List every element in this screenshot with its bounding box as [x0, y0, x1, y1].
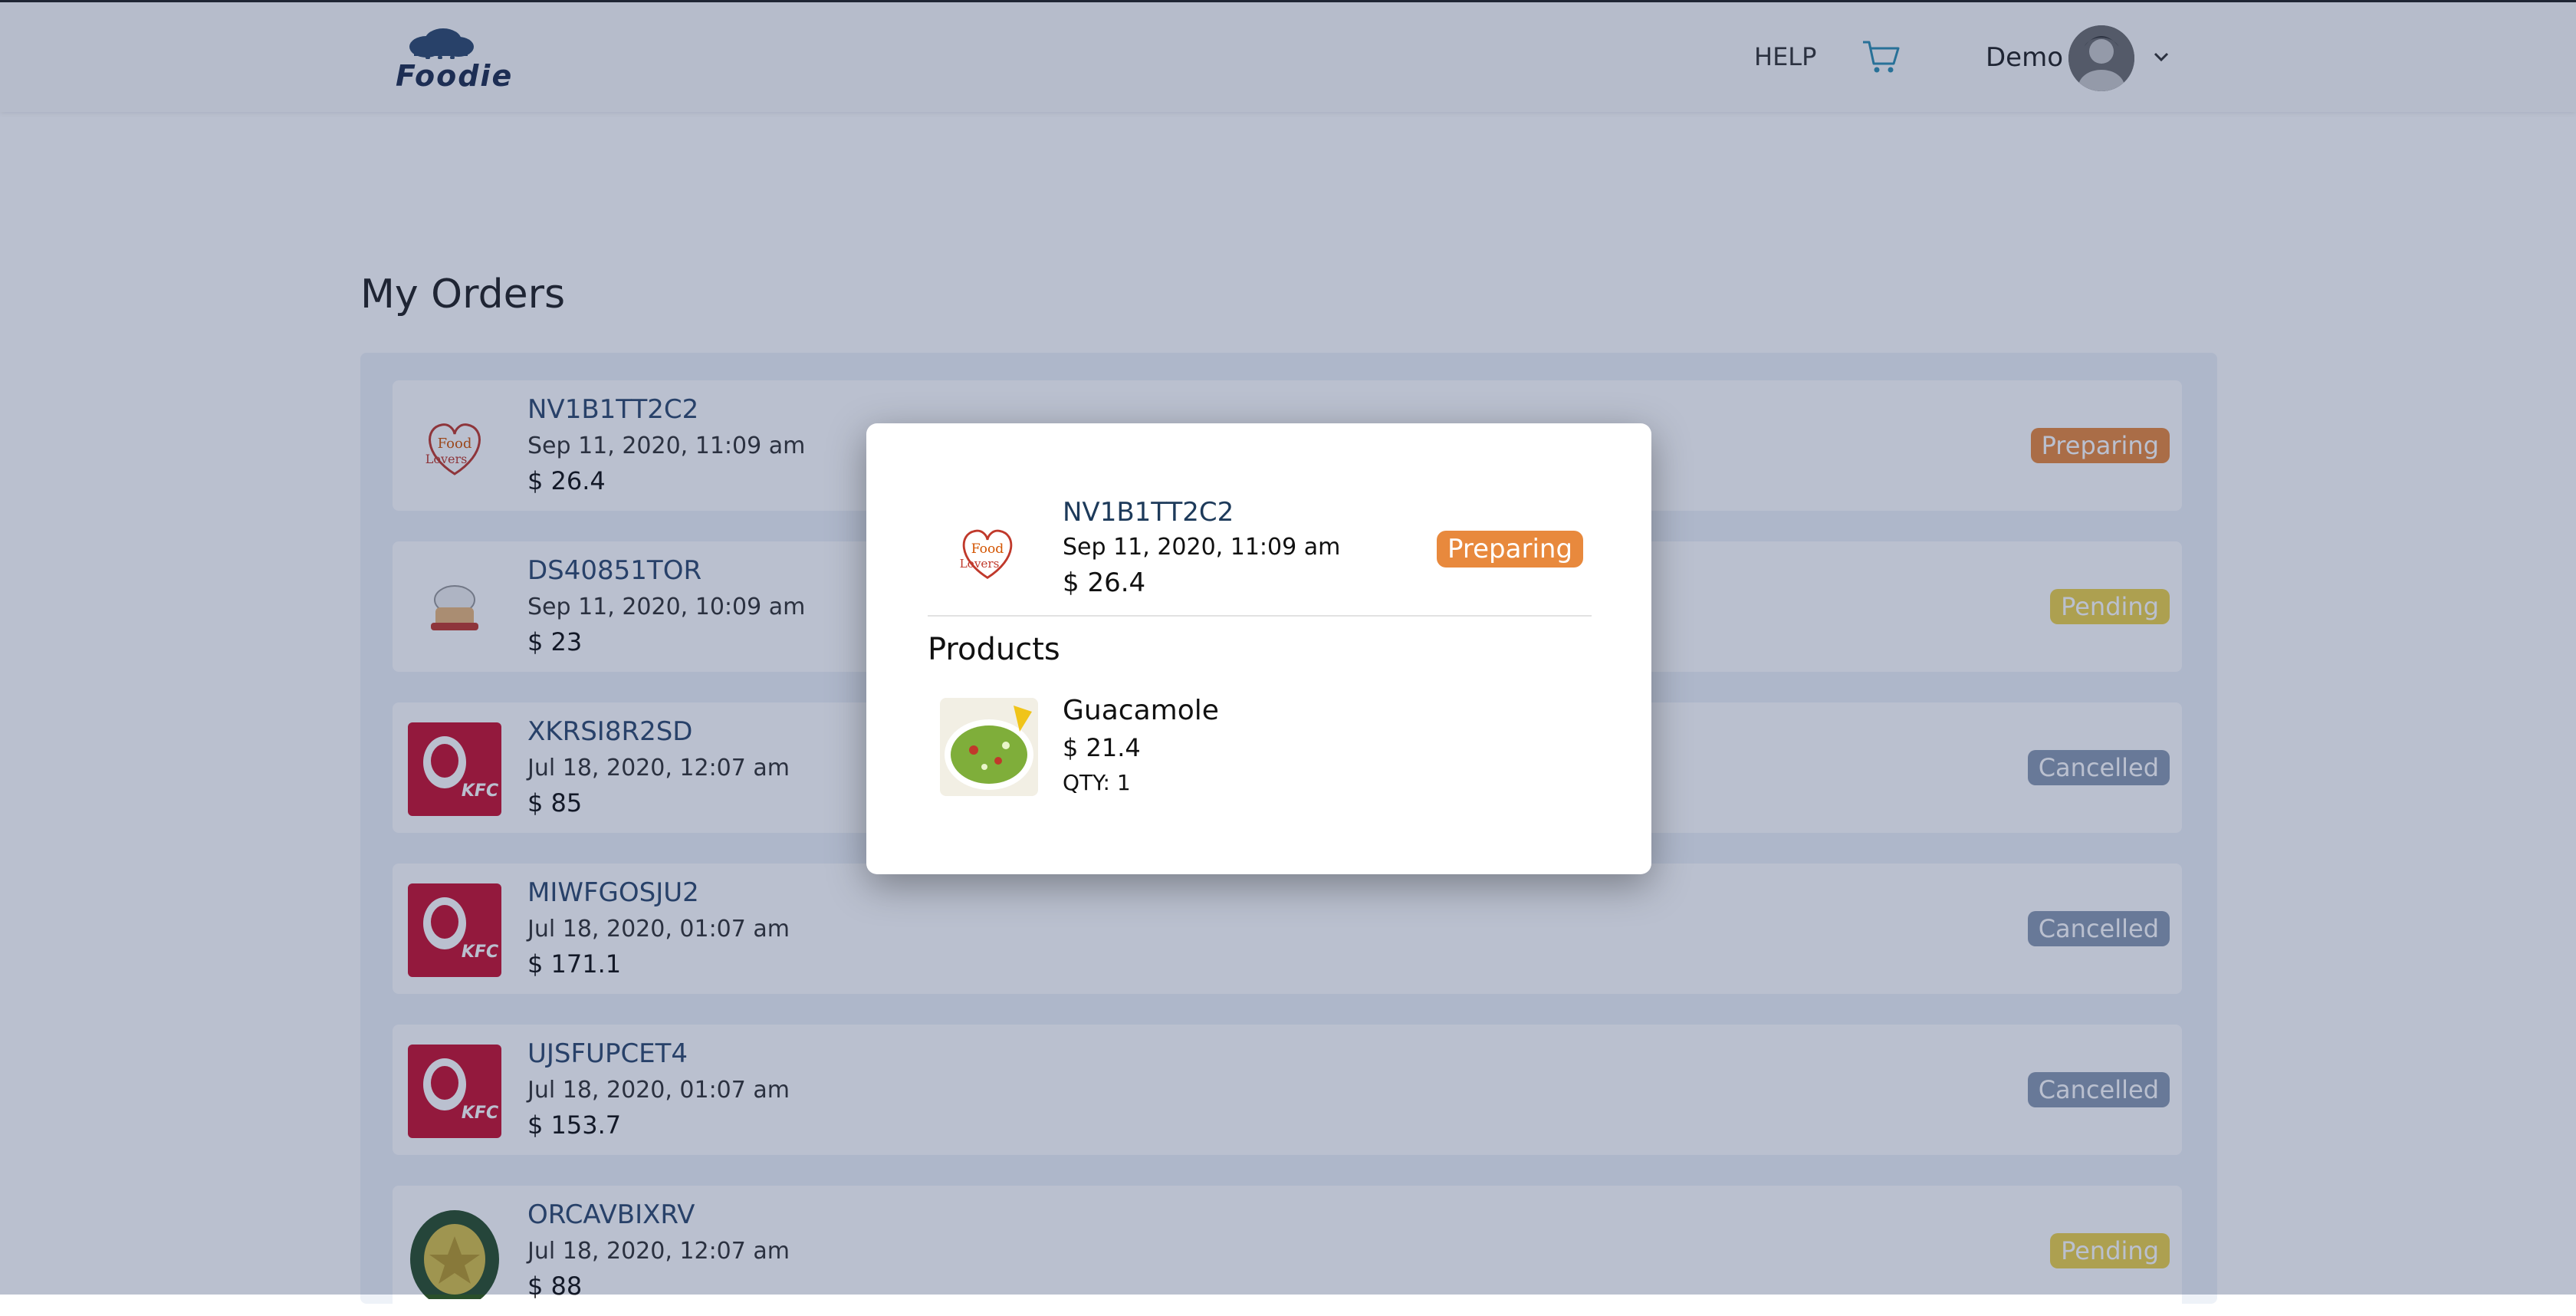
divider: [928, 615, 1592, 617]
product-price: $ 21.4: [1063, 733, 1141, 762]
order-total: $ 26.4: [1063, 568, 1146, 598]
order-code: NV1B1TT2C2: [1063, 497, 1234, 528]
products-heading: Products: [928, 632, 1060, 667]
order-date: Sep 11, 2020, 11:09 am: [1063, 534, 1341, 561]
food-lovers-logo: Food Lovers: [943, 508, 1032, 597]
svg-text:Food: Food: [971, 541, 1004, 557]
product-name: Guacamole: [1063, 695, 1219, 726]
product-image: [940, 698, 1038, 796]
order-details-modal: Food Lovers NV1B1TT2C2 Sep 11, 2020, 11:…: [866, 423, 1651, 874]
svg-text:Lovers: Lovers: [960, 557, 1000, 571]
product-qty: QTY: 1: [1063, 770, 1131, 795]
status-badge: Preparing: [1437, 531, 1584, 568]
